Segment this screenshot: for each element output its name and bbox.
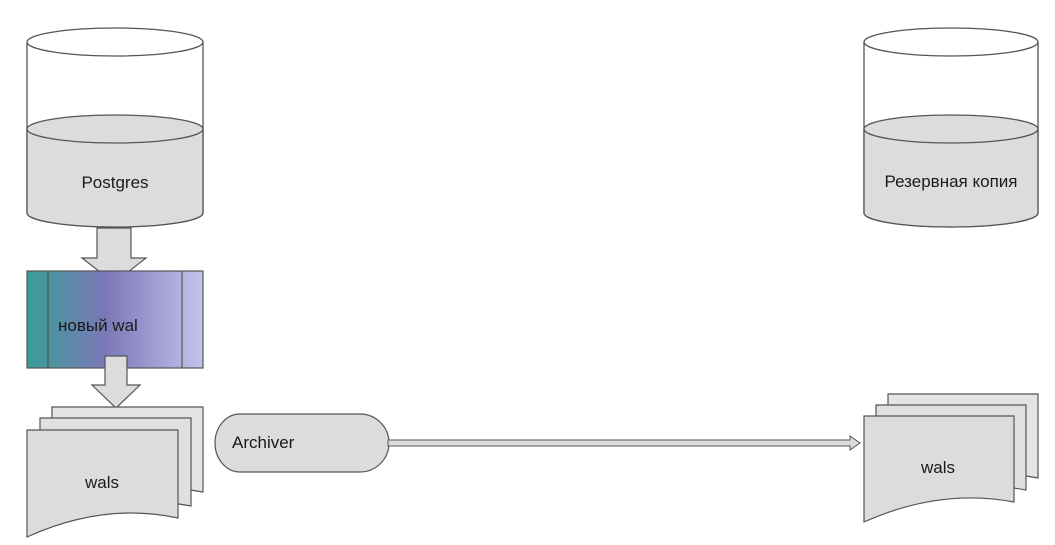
arrow-archiver-to-wals [387, 435, 861, 451]
postgres-database[interactable]: Postgres [26, 27, 204, 228]
wals-left-documents[interactable]: wals [26, 406, 204, 538]
backup-database[interactable]: Резервная копия [863, 27, 1039, 228]
new-wal-box[interactable]: новый wal [26, 270, 204, 369]
new-wal-label: новый wal [58, 316, 138, 335]
wals-right-documents[interactable]: wals [863, 393, 1039, 523]
wals-right-label: wals [920, 458, 955, 477]
archiver-node[interactable]: Archiver [214, 413, 390, 473]
wals-left-label: wals [84, 473, 119, 492]
postgres-label: Postgres [81, 173, 148, 192]
diagram-canvas: Postgres новый wal wals Archiver Резервн… [26, 27, 1039, 538]
archiver-label: Archiver [232, 433, 295, 452]
backup-label: Резервная копия [885, 172, 1018, 191]
